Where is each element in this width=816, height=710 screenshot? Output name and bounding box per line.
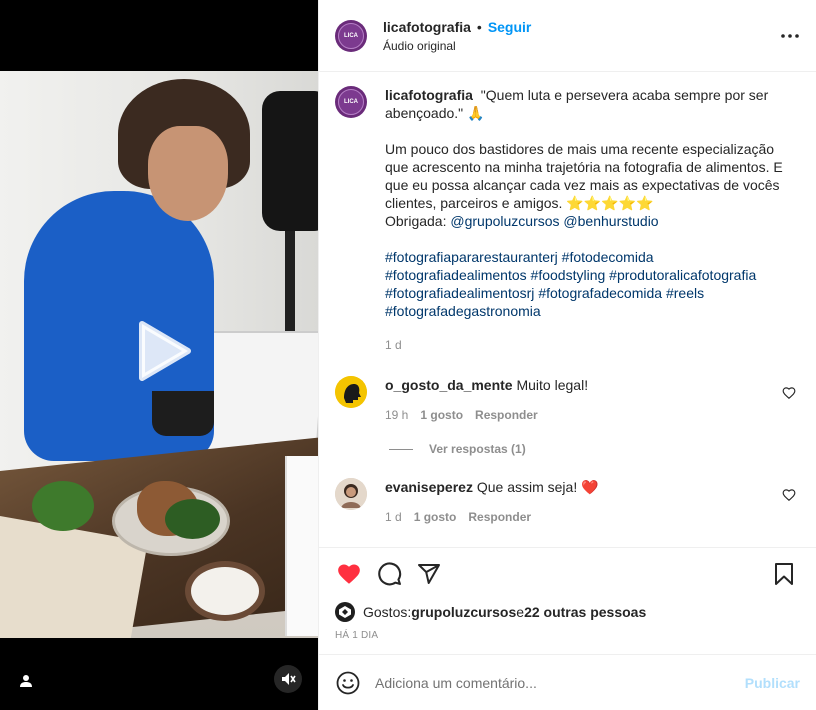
comment-input[interactable]: [375, 674, 745, 691]
follow-button[interactable]: Seguir: [488, 19, 532, 35]
hashtag-link[interactable]: #fotografadecomida: [538, 285, 662, 301]
hashtag-link[interactable]: #fotografiadealimentosrj: [385, 285, 534, 301]
commenter-avatar[interactable]: [335, 376, 367, 408]
reply-button[interactable]: Responder: [468, 510, 531, 524]
audio-link[interactable]: Áudio original: [383, 39, 531, 53]
publish-button[interactable]: Publicar: [745, 675, 800, 691]
thanks-prefix: Obrigada:: [385, 213, 451, 229]
mute-icon[interactable]: [274, 665, 302, 693]
likes-summary[interactable]: Gostos: grupoluzcursos e 22 outras pesso…: [319, 599, 816, 625]
user-tag-icon[interactable]: [13, 668, 39, 694]
view-replies-label: Ver respostas (1): [429, 442, 526, 456]
video-pane[interactable]: [0, 0, 318, 710]
comment-icon[interactable]: [369, 554, 409, 594]
video-board-right: [285, 456, 318, 636]
hashtag-link[interactable]: #fotografadegastronomia: [385, 303, 541, 319]
likes-middle: e: [516, 604, 525, 620]
comment-meta: 1 d 1 gosto Responder: [385, 510, 800, 524]
comment-body: o_gosto_da_mente Muito legal! 19 h 1 gos…: [385, 376, 800, 422]
liker-avatar[interactable]: [335, 602, 355, 622]
post-date[interactable]: HÁ 1 DIA: [319, 625, 816, 645]
header-text: licafotografia • Seguir Áudio original: [383, 19, 531, 53]
caption-username[interactable]: licafotografia: [385, 87, 473, 103]
instagram-post-modal: LICA licafotografia • Seguir Áudio origina…: [0, 0, 816, 710]
comment-username[interactable]: evaniseperez: [385, 479, 473, 495]
caption: licafotografia "Quem luta e persevera ac…: [385, 86, 800, 354]
post-details-pane: LICA licafotografia • Seguir Áudio origina…: [318, 0, 816, 710]
comment-time[interactable]: 19 h: [385, 408, 408, 422]
hashtag-link[interactable]: #foodstyling: [531, 267, 606, 283]
video-pot: [152, 391, 214, 436]
emoji-icon[interactable]: [335, 670, 361, 696]
comment-like-icon[interactable]: [782, 386, 796, 400]
hashtag-link[interactable]: #fotografiapararestauranterj: [385, 249, 558, 265]
comment-likes[interactable]: 1 gosto: [414, 510, 457, 524]
comment-text: Que assim seja! ❤️: [476, 479, 599, 495]
comment-body: evaniseperez Que assim seja! ❤️ 1 d 1 go…: [385, 478, 800, 524]
hashtag-link[interactable]: #reels: [666, 285, 704, 301]
comment-item: o_gosto_da_mente Muito legal! 19 h 1 gos…: [335, 376, 800, 422]
view-replies-button[interactable]: Ver respostas (1): [389, 442, 800, 456]
comment-item: evaniseperez Que assim seja! ❤️ 1 d 1 go…: [335, 478, 800, 524]
liker-username[interactable]: grupoluzcursos: [411, 604, 516, 620]
action-bar: [319, 547, 816, 599]
caption-avatar-logo: LICA: [338, 89, 364, 115]
add-comment-bar: Publicar: [319, 654, 816, 710]
comment-time[interactable]: 1 d: [385, 510, 402, 524]
comment-text: Muito legal!: [516, 377, 589, 393]
bookmark-icon[interactable]: [764, 554, 804, 594]
separator-dot: •: [476, 18, 482, 35]
caption-time[interactable]: 1 d: [385, 336, 800, 354]
post-header: LICA licafotografia • Seguir Áudio origina…: [319, 0, 816, 72]
hashtag-link[interactable]: #fotodecomida: [562, 249, 654, 265]
play-icon[interactable]: [128, 318, 194, 384]
hashtag-list: #fotografiapararestauranterj #fotodecomi…: [385, 248, 800, 320]
video-camera-prop: [262, 91, 318, 231]
comments-scroll-area[interactable]: LICA licafotografia "Quem luta e perseve…: [319, 72, 816, 547]
heart-icon[interactable]: [329, 554, 369, 594]
video-greens: [32, 481, 94, 531]
more-icon[interactable]: [780, 26, 800, 46]
avatar-logo: LICA: [338, 22, 364, 49]
reply-button[interactable]: Responder: [475, 408, 538, 422]
hashtag-link[interactable]: #produtoralicafotografia: [609, 267, 756, 283]
username-link[interactable]: licafotografia: [383, 19, 471, 35]
caption-thanks: Obrigada: @grupoluzcursos @benhurstudio: [385, 212, 800, 230]
mention-link[interactable]: @benhurstudio: [563, 213, 658, 229]
video-person-face: [148, 126, 228, 221]
video-greens-side: [165, 499, 220, 539]
comment-likes[interactable]: 1 gosto: [420, 408, 463, 422]
caption-body: Um pouco dos bastidores de mais uma rece…: [385, 141, 783, 211]
hashtag-link[interactable]: #fotografiadealimentos: [385, 267, 527, 283]
likes-others[interactable]: 22 outras pessoas: [524, 604, 646, 620]
share-icon[interactable]: [409, 554, 449, 594]
comment-username[interactable]: o_gosto_da_mente: [385, 377, 513, 393]
caption-row: LICA licafotografia "Quem luta e perseve…: [335, 86, 800, 354]
caption-avatar[interactable]: LICA: [335, 86, 367, 118]
video-rice-bowl: [185, 561, 265, 621]
mention-link[interactable]: @grupoluzcursos: [450, 213, 559, 229]
comment-meta: 19 h 1 gosto Responder: [385, 408, 800, 422]
commenter-avatar[interactable]: [335, 478, 367, 510]
comment-like-icon[interactable]: [782, 488, 796, 502]
likes-prefix: Gostos:: [363, 604, 412, 620]
replies-line: [389, 448, 413, 450]
avatar[interactable]: LICA: [335, 19, 367, 52]
